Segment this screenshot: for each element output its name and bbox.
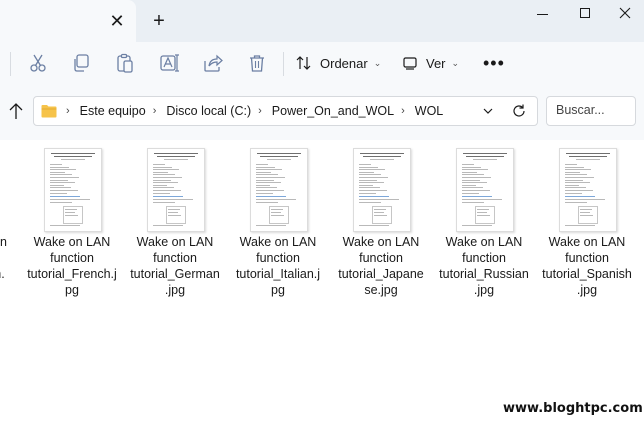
breadcrumb-item-este-equipo[interactable]: Este equipo: [80, 104, 146, 118]
breadcrumb-item-wol[interactable]: WOL: [415, 104, 443, 118]
search-box[interactable]: [546, 96, 636, 126]
file-name: Wake on LAN function tutorial_German .jp…: [125, 234, 225, 298]
view-menu-button[interactable]: Ver ⌄: [402, 52, 459, 74]
file-name: Wake on LAN function tutorial_Russian .j…: [434, 234, 534, 298]
sort-icon: [296, 56, 311, 70]
file-name-line: function: [359, 251, 403, 265]
file-name: Wake on LAN function tutorial_French.j p…: [22, 234, 122, 298]
title-bar: ✕ +: [0, 0, 644, 42]
file-name-line: tutorial_Spanish: [542, 267, 632, 281]
file-thumbnail: [559, 148, 617, 232]
file-name-line: pg: [271, 283, 285, 297]
breadcrumb-separator: ›: [258, 105, 262, 117]
chevron-down-icon: ⌄: [373, 57, 382, 68]
command-bar: Ordenar ⌄ Ver ⌄ •••: [0, 42, 644, 85]
file-thumbnail: [353, 148, 411, 232]
file-thumbnail: [147, 148, 205, 232]
paste-button[interactable]: [114, 52, 136, 74]
toolbar-divider: [10, 52, 11, 76]
minimize-button[interactable]: [528, 4, 558, 24]
paste-icon: [117, 53, 133, 73]
file-thumbnail: [44, 148, 102, 232]
sort-menu-button[interactable]: Ordenar ⌄: [296, 52, 381, 74]
copy-icon: [74, 54, 89, 72]
file-name-line: tutorial_French.j: [27, 267, 117, 281]
search-input[interactable]: [547, 97, 636, 123]
sort-label: Ordenar: [320, 55, 368, 71]
file-name-line: Wake on LAN: [342, 235, 420, 249]
file-name-line: function: [50, 251, 94, 265]
file-name-line: function: [565, 251, 609, 265]
maximize-button[interactable]: [570, 4, 600, 24]
file-name-line: tutorial_Italian.j: [235, 267, 321, 281]
view-icon: [403, 57, 417, 70]
close-window-button[interactable]: [610, 4, 640, 24]
up-button[interactable]: [6, 100, 26, 122]
rename-button[interactable]: [159, 52, 181, 74]
address-history-button[interactable]: [480, 103, 496, 119]
file-name-line: .jpg: [473, 283, 495, 297]
breadcrumb-separator: ›: [66, 105, 70, 117]
file-thumbnail: [250, 148, 308, 232]
rename-icon: [160, 54, 179, 72]
copy-button[interactable]: [70, 52, 92, 74]
partial-file-item[interactable]: n sh.: [0, 234, 14, 281]
chevron-down-icon: ⌄: [451, 57, 460, 68]
file-name: Wake on LAN function tutorial_Italian.j …: [228, 234, 328, 298]
file-name-line: function: [153, 251, 197, 265]
breadcrumb-item-disco-local[interactable]: Disco local (C:): [166, 104, 251, 118]
file-name: Wake on LAN function tutorial_Japane se.…: [331, 234, 431, 298]
cut-icon: [30, 54, 46, 72]
arrow-up-icon: [9, 103, 23, 119]
file-name-line: Wake on LAN: [33, 235, 111, 249]
delete-button[interactable]: [246, 52, 268, 74]
file-name-line: se.jpg: [364, 283, 398, 297]
close-icon: [619, 7, 631, 19]
file-name-line: Wake on LAN: [239, 235, 317, 249]
refresh-icon: [513, 104, 525, 117]
file-name-line: pg: [65, 283, 79, 297]
breadcrumb-separator: ›: [401, 105, 405, 117]
active-tab[interactable]: ✕: [0, 0, 136, 42]
file-name-line: tutorial_Japane: [338, 267, 424, 281]
share-button[interactable]: [202, 52, 224, 74]
file-thumbnail: [456, 148, 514, 232]
more-options-button[interactable]: •••: [483, 52, 505, 74]
file-name-line: Wake on LAN: [445, 235, 523, 249]
address-row: › Este equipo › Disco local (C:) › Power…: [0, 84, 644, 140]
file-name-line: Wake on LAN: [136, 235, 214, 249]
chevron-down-icon: [483, 108, 493, 114]
file-name-line: .jpg: [164, 283, 186, 297]
breadcrumb-separator: ›: [152, 105, 157, 117]
refresh-button[interactable]: [510, 102, 528, 120]
file-list: n sh. Wake on LAN function tutorial_Fren…: [0, 140, 644, 428]
new-tab-button[interactable]: +: [148, 9, 170, 33]
file-name-line: Wake on LAN: [548, 235, 626, 249]
file-name-line: function: [462, 251, 506, 265]
watermark: www.bloghtpc.com: [503, 401, 643, 416]
file-name-line: function: [256, 251, 300, 265]
file-name-line: .jpg: [576, 283, 598, 297]
close-tab-button[interactable]: ✕: [106, 8, 128, 34]
delete-icon: [250, 55, 264, 72]
file-name-line: sh.: [0, 267, 5, 281]
address-bar[interactable]: › Este equipo › Disco local (C:) › Power…: [33, 96, 538, 126]
file-name-line: n: [0, 235, 7, 249]
breadcrumb: › Este equipo › Disco local (C:) › Power…: [59, 97, 443, 125]
file-name: Wake on LAN function tutorial_Spanish .j…: [537, 234, 637, 298]
share-icon: [204, 54, 223, 72]
breadcrumb-item-power-on-and-wol[interactable]: Power_On_and_WOL: [272, 104, 394, 118]
view-label: Ver: [426, 55, 446, 71]
folder-icon: [41, 105, 57, 118]
file-name-line: tutorial_German: [130, 267, 220, 281]
toolbar-divider: [283, 52, 284, 76]
file-name-line: tutorial_Russian: [439, 267, 529, 281]
cut-button[interactable]: [27, 52, 49, 74]
